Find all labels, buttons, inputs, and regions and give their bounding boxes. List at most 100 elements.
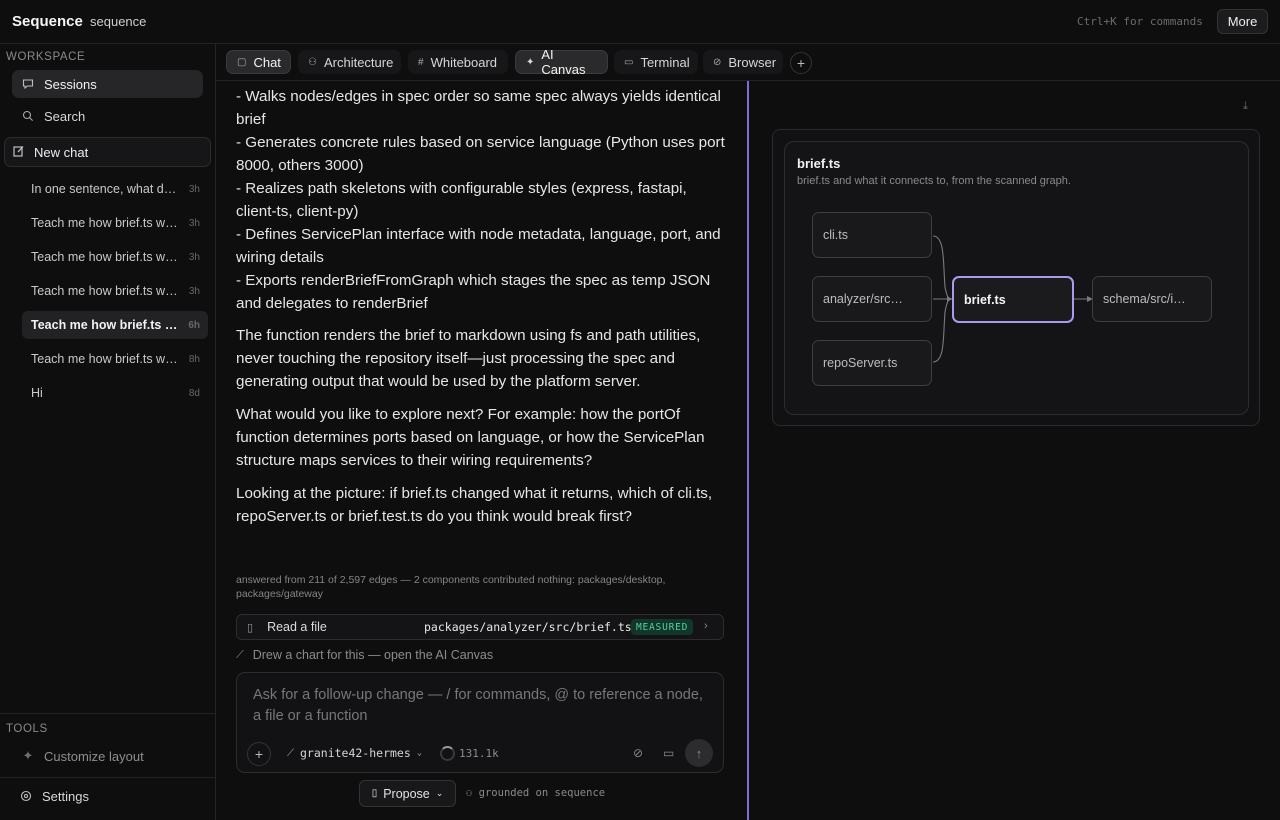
model-selector[interactable]: ⟋ granite42-hermes ⌄ (287, 746, 422, 760)
graph-node-schema[interactable]: schema/src/i… (1092, 276, 1212, 322)
session-age: 8d (188, 387, 200, 399)
model-icon: ⟋ (287, 747, 294, 759)
attach-button[interactable]: + (247, 742, 271, 766)
sidebar-item-sessions[interactable]: Sessions (12, 70, 203, 98)
chevron-right-icon: › (704, 620, 708, 632)
propose-mode-button[interactable]: ▯ Propose ⌄ (359, 780, 456, 807)
dependency-graph-card: brief.ts brief.ts and what it connects t… (784, 141, 1249, 415)
graph-node-brief-focused[interactable]: brief.ts (952, 276, 1074, 323)
session-title: Hi (31, 386, 43, 400)
session-age: 3h (188, 251, 200, 263)
tab-strip: ▢ Chat ⚇ Architecture # Whiteboard ✦ AI Canv… (216, 44, 1280, 81)
tool-call-read-file[interactable]: ▯ Read a file packages/analyzer/src/brie… (236, 614, 724, 640)
session-item[interactable]: In one sentence, what do… 3h (22, 175, 208, 203)
new-chat-button[interactable]: New chat (4, 137, 211, 167)
propose-label: Propose (383, 786, 430, 801)
hash-icon: # (418, 56, 424, 68)
session-title: Teach me how brief.ts wo… (31, 318, 183, 332)
edge-cli-brief (932, 235, 954, 300)
customize-layout-label: Customize layout (44, 748, 144, 764)
session-item[interactable]: Teach me how brief.ts wo… 3h (22, 243, 208, 271)
model-name: granite42-hermes (300, 746, 411, 760)
settings-button[interactable]: Settings (10, 782, 201, 810)
session-age: 3h (188, 183, 200, 195)
session-item[interactable]: Teach me how brief.ts wo… 3h (22, 209, 208, 237)
token-count: 131.1k (459, 747, 499, 760)
terminal-icon[interactable]: ▭ (663, 746, 674, 760)
architecture-icon: ⚇ (308, 56, 317, 68)
graph-node-analyzer[interactable]: analyzer/src… (812, 276, 932, 322)
tab-label: AI Canvas (541, 47, 586, 77)
app-brand: Sequence (12, 13, 83, 30)
link-icon: ⊘ (713, 56, 722, 68)
assistant-message-list: - Walks nodes/edges in spec order so sam… (236, 88, 725, 312)
tab-ai-canvas[interactable]: ✦ AI Canvas (515, 47, 608, 77)
session-age: 3h (188, 285, 200, 297)
sidebar-item-search[interactable]: Search (12, 102, 203, 130)
chat-icon: ▢ (237, 56, 247, 68)
tab-browser[interactable]: ⊘ Browser (703, 50, 783, 74)
composer: + ⟋ granite42-hermes ⌄ 131.1k ⊘ ▭ ↑ (236, 672, 724, 773)
customize-layout-button[interactable]: ✦ Customize layout (12, 742, 203, 770)
tab-label: Whiteboard (430, 54, 498, 70)
chevron-down-icon: ⌄ (435, 788, 444, 798)
tab-label: Chat (253, 54, 281, 70)
session-age: 8h (188, 353, 200, 365)
new-chat-label: New chat (34, 144, 89, 160)
tool-call-label: Read a file (267, 620, 327, 634)
document-icon: ▯ (371, 788, 378, 799)
session-item[interactable]: Teach me how brief.ts wo… 3h (22, 277, 208, 305)
tab-chat[interactable]: ▢ Chat (226, 50, 291, 74)
session-title: Teach me how brief.ts wo… (31, 352, 183, 366)
sidebar-item-label: Search (44, 108, 86, 124)
tab-terminal[interactable]: ▭ Terminal (614, 50, 698, 74)
grounded-indicator: ⚇ grounded on sequence (466, 787, 606, 799)
sparkle-icon: ✦ (526, 56, 535, 68)
workspace-section-label: WORKSPACE (6, 51, 86, 63)
sidebar-divider (0, 713, 215, 714)
canvas-card: brief.ts brief.ts and what it connects t… (772, 129, 1260, 426)
terminal-icon: ▭ (624, 56, 634, 68)
sparkle-icon: ✦ (22, 748, 34, 763)
chat-panel: - Walks nodes/edges in spec order so sam… (216, 81, 748, 820)
send-button[interactable]: ↑ (685, 739, 713, 767)
edit-icon (13, 145, 25, 160)
command-palette-hint: Ctrl+K for commands (1077, 15, 1203, 28)
tab-whiteboard[interactable]: # Whiteboard (408, 50, 508, 74)
session-item[interactable]: Teach me how brief.ts wo… 8h (22, 345, 208, 373)
tool-call-path: packages/analyzer/src/brief.ts (424, 620, 632, 634)
project-name[interactable]: sequence (90, 14, 146, 29)
edge-repo-brief (932, 298, 954, 363)
open-canvas-link[interactable]: ⟋ Drew a chart for this — open the AI Ca… (236, 648, 493, 662)
context-usage-ring (440, 746, 455, 761)
assistant-message-question: Looking at the picture: if brief.ts chan… (236, 485, 713, 525)
sidebar-divider (0, 777, 215, 778)
download-icon[interactable]: ⤓ (1243, 100, 1248, 113)
file-icon: ▯ (247, 621, 254, 634)
session-title: Teach me how brief.ts wo… (31, 250, 183, 264)
session-item-active[interactable]: Teach me how brief.ts wo… 6h (22, 311, 208, 339)
link-icon[interactable]: ⊘ (633, 746, 643, 760)
grounded-label: grounded on sequence (478, 787, 606, 799)
session-age: 6h (188, 319, 200, 331)
add-tab-button[interactable]: + (790, 52, 812, 74)
graph-node-repo-server[interactable]: repoServer.ts (812, 340, 932, 386)
assistant-message-paragraph: The function renders the brief to markdo… (236, 327, 701, 390)
search-icon (22, 110, 34, 122)
session-age: 3h (188, 217, 200, 229)
more-button[interactable]: More (1217, 9, 1268, 34)
tools-section-label: TOOLS (6, 723, 48, 735)
sidebar: WORKSPACE Sessions Search New chat In on… (0, 44, 216, 820)
chat-bubble-icon (22, 78, 34, 90)
message-input[interactable] (237, 673, 723, 733)
session-title: Teach me how brief.ts wo… (31, 284, 183, 298)
session-title: In one sentence, what do… (31, 182, 183, 196)
tab-architecture[interactable]: ⚇ Architecture (298, 50, 401, 74)
tab-label: Browser (728, 54, 777, 70)
session-item[interactable]: Hi 8d (22, 379, 208, 407)
assistant-message-paragraph: What would you like to explore next? For… (236, 406, 705, 469)
gear-icon (20, 790, 32, 802)
chevron-down-icon: ⌄ (416, 748, 423, 758)
measured-badge: MEASURED (631, 619, 694, 635)
graph-node-cli[interactable]: cli.ts (812, 212, 932, 258)
